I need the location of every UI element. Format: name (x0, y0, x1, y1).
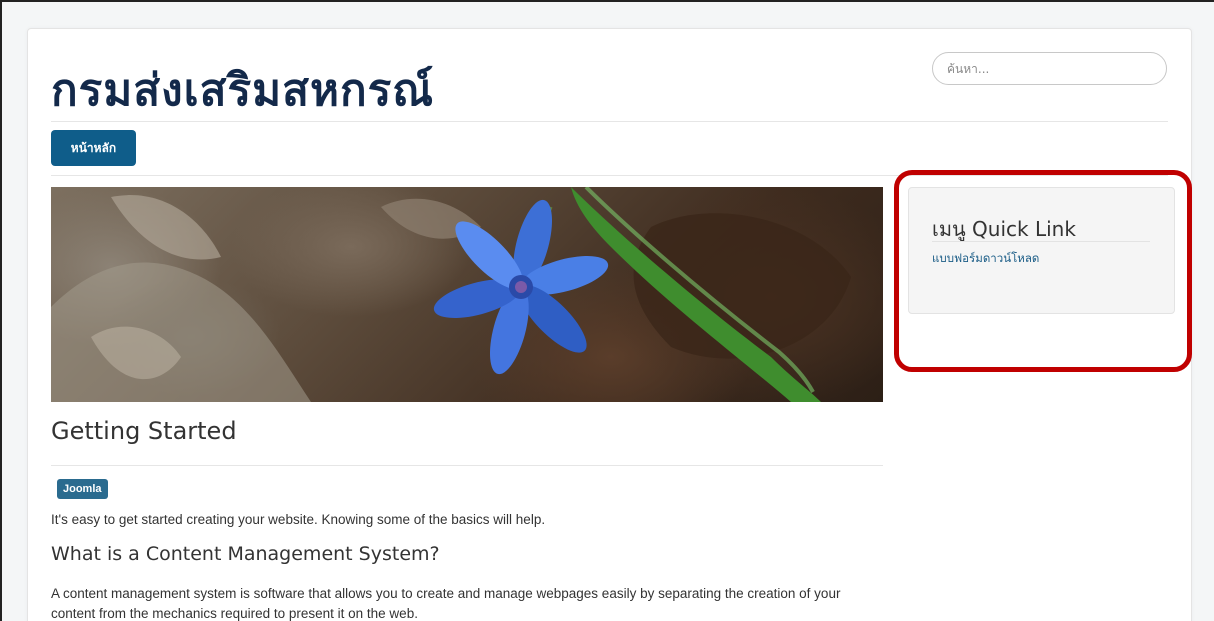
article-paragraph: A content management system is software … (51, 586, 841, 621)
site-title[interactable]: กรมส่งเสริมสหกรณ์ (51, 55, 434, 125)
site-container: กรมส่งเสริมสหกรณ์ หน้าหลัก (27, 28, 1192, 621)
search-input[interactable] (932, 52, 1167, 85)
home-nav-button[interactable]: หน้าหลัก (51, 130, 136, 166)
quick-link-module: เมนู Quick Link แบบฟอร์มดาวน์โหลด (908, 187, 1175, 314)
category-tag[interactable]: Joomla (57, 479, 108, 499)
article-subheading: What is a Content Management System? (51, 543, 440, 565)
nav-divider (51, 175, 1168, 176)
banner-image (51, 187, 883, 402)
article-intro: It's easy to get started creating your w… (51, 512, 546, 527)
article-title[interactable]: Getting Started (51, 417, 237, 445)
download-forms-link[interactable]: แบบฟอร์มดาวน์โหลด (932, 250, 1039, 268)
quick-link-divider (932, 241, 1150, 242)
article-divider (51, 465, 883, 466)
blue-flower-photo (51, 187, 851, 402)
header-divider (51, 121, 1168, 122)
